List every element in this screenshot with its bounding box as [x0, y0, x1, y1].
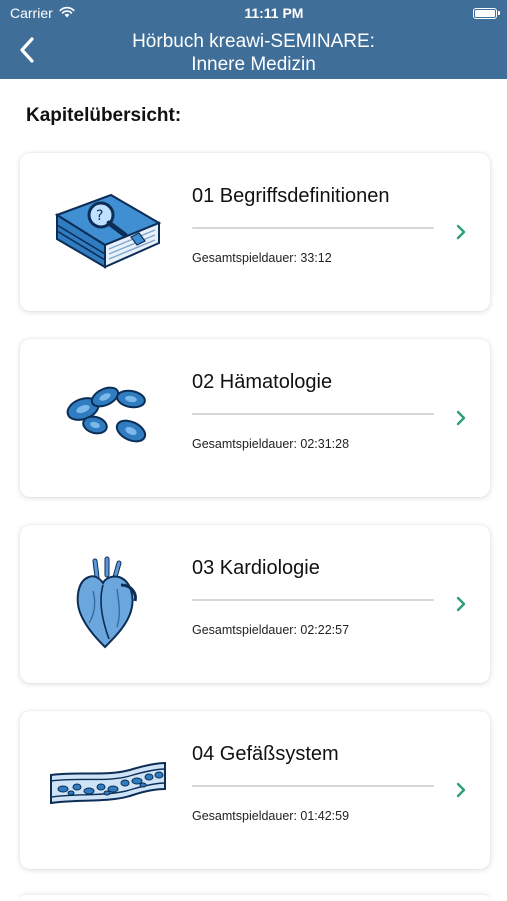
page-title-line2: Innere Medizin [191, 53, 316, 75]
status-bar: Carrier 11:11 PM [0, 0, 507, 26]
chevron-right-icon [454, 781, 468, 799]
book-magnifier-illustration: ? [48, 181, 168, 281]
chapter-card-3[interactable]: 03 Kardiologie Gesamtspieldauer: 02:22:5… [20, 525, 490, 683]
chevron-right-icon [454, 223, 468, 241]
navigation-bar: Hörbuch kreawi-SEMINARE: Innere Medizin [0, 26, 507, 79]
chapter-duration: Gesamtspieldauer: 33:12 [192, 251, 332, 265]
chapter-overview: Kapitelübersicht: ? 01 Begriffsdefinitio… [0, 105, 507, 901]
chevron-right-icon [454, 409, 468, 427]
chapter-duration: Gesamtspieldauer: 01:42:59 [192, 809, 350, 823]
heart-illustration [48, 553, 168, 653]
next-card-peek [20, 895, 490, 901]
chapter-title: 01 Begriffsdefinitionen [192, 185, 390, 207]
divider [192, 227, 434, 229]
chapter-title: 02 Hämatologie [192, 371, 333, 393]
svg-text:?: ? [96, 208, 103, 224]
divider [192, 785, 434, 787]
page-title-line1: Hörbuch kreawi-SEMINARE: [132, 30, 375, 52]
chevron-right-icon [454, 595, 468, 613]
carrier-label: Carrier [10, 5, 53, 21]
divider [192, 413, 434, 415]
chevron-left-icon [18, 36, 36, 69]
battery-icon [473, 7, 500, 19]
status-left: Carrier [10, 5, 75, 21]
chapter-card-2[interactable]: 02 Hämatologie Gesamtspieldauer: 02:31:2… [20, 339, 490, 497]
clock: 11:11 PM [244, 5, 304, 21]
chapter-title: 04 Gefäßsystem [192, 743, 339, 765]
chapter-card-1[interactable]: ? 01 Begriffsdefinitionen Gesamtspieldau… [20, 153, 490, 311]
blood-cells-illustration [48, 367, 168, 467]
chapter-card-4[interactable]: 04 Gefäßsystem Gesamtspieldauer: 01:42:5… [20, 711, 490, 869]
chapter-duration: Gesamtspieldauer: 02:31:28 [192, 437, 350, 451]
blood-vessel-illustration [48, 739, 168, 839]
chapter-title: 03 Kardiologie [192, 557, 320, 579]
page-title: Hörbuch kreawi-SEMINARE: Innere Medizin [132, 30, 375, 76]
wifi-icon [59, 5, 75, 21]
back-button[interactable] [12, 34, 42, 70]
divider [192, 599, 434, 601]
chapter-duration: Gesamtspieldauer: 02:22:57 [192, 623, 350, 637]
section-title: Kapitelübersicht: [26, 105, 182, 126]
